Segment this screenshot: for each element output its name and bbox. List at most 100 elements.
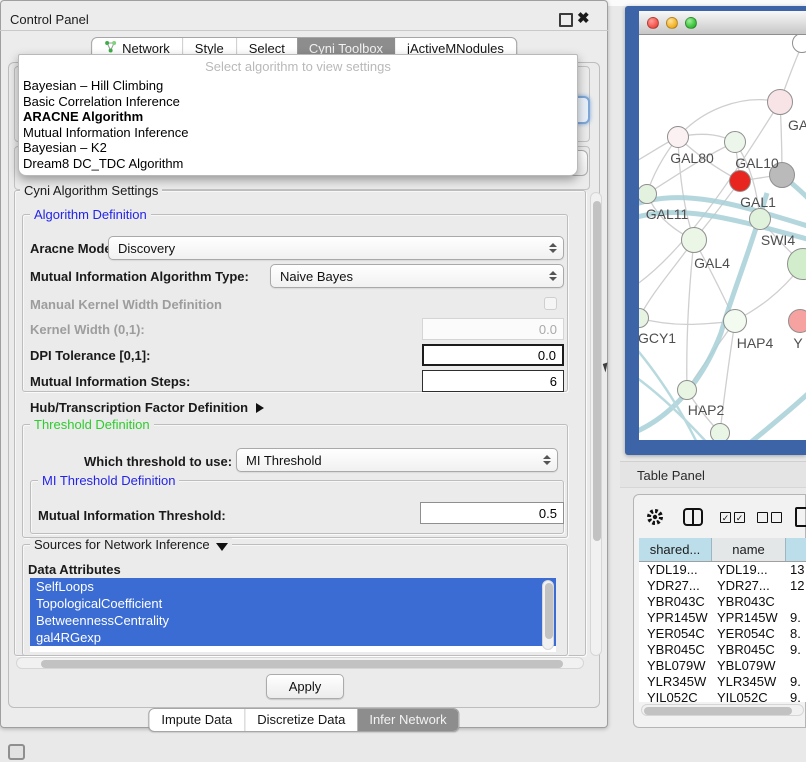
network-node-gal[interactable] bbox=[767, 89, 793, 115]
table-row[interactable]: YDL19...YDL19...13 bbox=[639, 562, 806, 578]
table-cell: YDL19... bbox=[712, 562, 786, 578]
algorithm-dropdown-popup: Select algorithm to view settings Bayesi… bbox=[18, 54, 578, 176]
table-row[interactable]: YBR043CYBR043C bbox=[639, 594, 806, 610]
tab-infer-network[interactable]: Infer Network bbox=[357, 709, 458, 731]
network-node[interactable] bbox=[710, 423, 730, 440]
zoom-traffic-icon[interactable] bbox=[685, 17, 697, 29]
table-row[interactable]: YPR145WYPR145W9. bbox=[639, 610, 806, 626]
network-node-gal80[interactable] bbox=[667, 126, 689, 148]
float-window-icon[interactable] bbox=[559, 13, 573, 27]
attribute-item[interactable]: SelfLoops bbox=[30, 578, 556, 595]
close-window-icon[interactable]: ✖ bbox=[577, 9, 590, 27]
dpi-tolerance-field[interactable]: 0.0 bbox=[422, 344, 564, 366]
table-cell: YBR045C bbox=[639, 642, 712, 658]
select-all-icon-2[interactable]: ✓ bbox=[734, 512, 745, 523]
settings-vscrollbar-thumb[interactable] bbox=[593, 201, 601, 541]
table-cell: YPR145W bbox=[639, 610, 712, 626]
close-traffic-icon[interactable] bbox=[647, 17, 659, 29]
settings-hscrollbar-thumb[interactable] bbox=[41, 660, 563, 668]
table-row[interactable]: YLR345WYLR345W9. bbox=[639, 674, 806, 690]
table-panel-header: Table Panel bbox=[620, 461, 806, 488]
algorithm-option[interactable]: Bayesian – Hill Climbing bbox=[23, 78, 573, 94]
mi-threshold-label: Mutual Information Threshold: bbox=[38, 508, 226, 523]
algorithm-option[interactable]: Basic Correlation Inference bbox=[23, 94, 573, 110]
algorithm-option[interactable]: Bayesian – K2 bbox=[23, 140, 573, 156]
table-body[interactable]: YDL19...YDL19...13YDR27...YDR27...12YBR0… bbox=[639, 562, 806, 702]
mi-threshold-legend: MI Threshold Definition bbox=[38, 474, 179, 487]
minimize-traffic-icon[interactable] bbox=[666, 17, 678, 29]
network-node-hap4[interactable] bbox=[723, 309, 747, 333]
algorithm-option[interactable]: Mutual Information Inference bbox=[23, 125, 573, 141]
chevron-down-icon bbox=[216, 543, 228, 551]
manual-kernel-width-checkbox[interactable] bbox=[544, 297, 557, 310]
algorithm-definition-legend: Algorithm Definition bbox=[30, 208, 151, 221]
network-node-gal10[interactable] bbox=[724, 131, 746, 153]
attribute-item[interactable]: gal4RGexp bbox=[30, 629, 556, 646]
node-label: GAL80 bbox=[670, 150, 714, 166]
tab-discretize-data[interactable]: Discretize Data bbox=[244, 709, 357, 731]
mi-threshold-field[interactable]: 0.5 bbox=[420, 502, 564, 524]
data-attributes-list: SelfLoopsTopologicalCoefficientBetweenne… bbox=[30, 578, 556, 652]
aracne-mode-combo[interactable]: Discovery bbox=[108, 236, 564, 260]
table-cell: YBL079W bbox=[712, 658, 786, 674]
tab-impute-data[interactable]: Impute Data bbox=[149, 709, 244, 731]
algorithm-option[interactable]: ARACNE Algorithm bbox=[23, 109, 573, 125]
network-window-titlebar[interactable] bbox=[639, 11, 806, 35]
page-icon[interactable] bbox=[795, 507, 806, 527]
collapsed-panel-icon[interactable] bbox=[8, 744, 25, 760]
control-panel-bottom-tabs: Impute DataDiscretize Data Infer Network bbox=[148, 708, 459, 732]
column-header-clipped[interactable] bbox=[786, 538, 806, 561]
cyni-algorithm-settings-legend: Cyni Algorithm Settings bbox=[20, 184, 162, 197]
table-cell: 13 bbox=[786, 562, 806, 578]
attributes-scrollbar[interactable] bbox=[542, 580, 554, 650]
network-node-gal4[interactable] bbox=[681, 227, 707, 253]
column-header-name[interactable]: name bbox=[712, 538, 786, 561]
table-hscrollbar-thumb[interactable] bbox=[644, 707, 792, 715]
table-row[interactable]: YER054CYER054C8. bbox=[639, 626, 806, 642]
network-node-hap2[interactable] bbox=[677, 380, 697, 400]
mi-type-label: Mutual Information Algorithm Type: bbox=[30, 269, 249, 284]
network-node-swi4[interactable] bbox=[749, 208, 771, 230]
manual-kernel-width-label: Manual Kernel Width Definition bbox=[30, 297, 222, 312]
table-row[interactable]: YIL052CYIL052C9. bbox=[639, 690, 806, 702]
node-label: SWI4 bbox=[761, 232, 795, 248]
network-node-y[interactable] bbox=[788, 309, 806, 333]
table-cell bbox=[786, 658, 806, 674]
kernel-width-field[interactable]: 0.0 bbox=[422, 318, 564, 340]
sources-legend[interactable]: Sources for Network Inference bbox=[30, 538, 232, 551]
deselect-all-icon[interactable] bbox=[757, 512, 768, 523]
settings-hscrollbar[interactable] bbox=[16, 657, 584, 669]
mi-type-combo[interactable]: Naive Bayes bbox=[270, 264, 564, 288]
attributes-scrollbar-thumb[interactable] bbox=[545, 583, 553, 639]
node-label: Y bbox=[793, 335, 802, 351]
table-cell: YDR27... bbox=[712, 578, 786, 594]
settings-vscrollbar[interactable] bbox=[590, 192, 602, 656]
which-threshold-combo[interactable]: MI Threshold bbox=[236, 448, 558, 472]
table-row[interactable]: YDR27...YDR27...12 bbox=[639, 578, 806, 594]
titlebar-divider bbox=[0, 30, 608, 31]
table-cell: YBR045C bbox=[712, 642, 786, 658]
node-label: GAL4 bbox=[694, 255, 730, 271]
hub-definition-toggle[interactable]: Hub/Transcription Factor Definition bbox=[30, 400, 264, 415]
algorithm-option[interactable]: Dream8 DC_TDC Algorithm bbox=[23, 156, 573, 172]
mi-steps-field[interactable]: 6 bbox=[422, 370, 564, 392]
gear-icon[interactable] bbox=[645, 507, 665, 530]
deselect-all-icon-2[interactable] bbox=[771, 512, 782, 523]
mi-steps-label: Mutual Information Steps: bbox=[30, 374, 190, 389]
tab-label: Infer Network bbox=[369, 709, 446, 731]
table-hscrollbar[interactable] bbox=[641, 704, 804, 716]
table-cell: YIL052C bbox=[712, 690, 786, 702]
select-all-icon[interactable]: ✓ bbox=[720, 512, 731, 523]
stepper-icon bbox=[543, 455, 551, 465]
table-row[interactable]: YBR045CYBR045C9. bbox=[639, 642, 806, 658]
dpi-tolerance-label: DPI Tolerance [0,1]: bbox=[30, 348, 150, 363]
column-view-icon[interactable] bbox=[683, 508, 703, 526]
network-canvas[interactable]: GALGAL80GAL10GAL1GAL11SWI4GAL4GCY1HAP4YH… bbox=[639, 35, 806, 440]
attribute-item[interactable]: BetweennessCentrality bbox=[30, 612, 556, 629]
apply-button[interactable]: Apply bbox=[266, 674, 344, 699]
column-header-shared[interactable]: shared... bbox=[639, 538, 712, 561]
table-panel-title: Table Panel bbox=[637, 468, 705, 483]
table-row[interactable]: YBL079WYBL079W bbox=[639, 658, 806, 674]
network-node-gal1[interactable] bbox=[729, 170, 751, 192]
attribute-item[interactable]: TopologicalCoefficient bbox=[30, 595, 556, 612]
